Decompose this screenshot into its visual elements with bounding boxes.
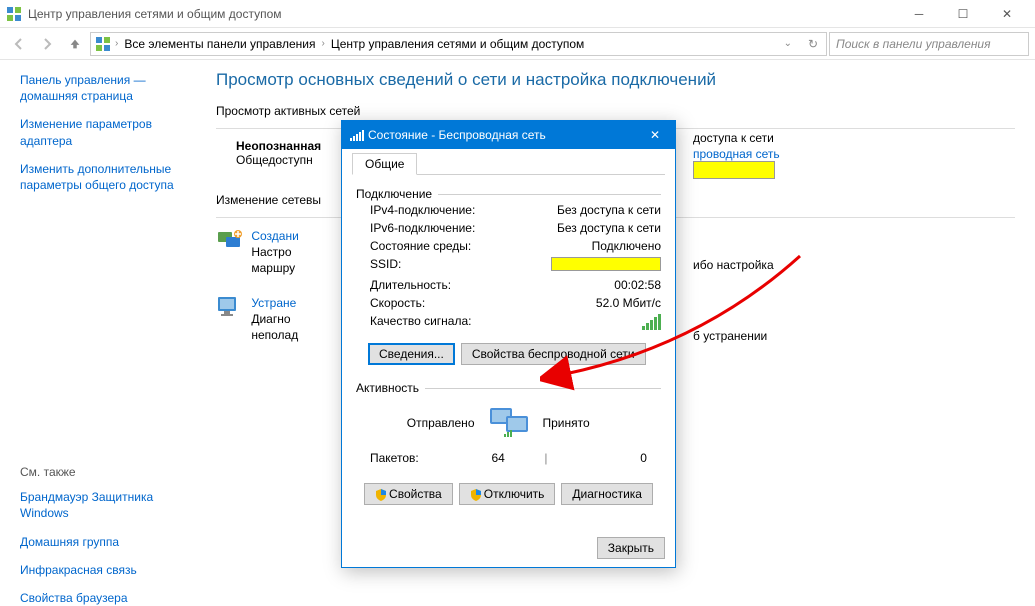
group-activity-label: Активность — [356, 381, 419, 395]
sidebar: Панель управления — домашняя страница Из… — [0, 60, 210, 584]
diagnose-button[interactable]: Диагностика — [561, 483, 653, 505]
group-connection-label: Подключение — [356, 187, 432, 201]
network-center-icon — [6, 6, 22, 22]
received-label: Принято — [543, 416, 633, 430]
signal-label: Качество сигнала: — [370, 314, 551, 333]
task-troubleshoot-desc1: Диагно — [251, 312, 290, 326]
dialog-titlebar[interactable]: Состояние - Беспроводная сеть ✕ — [342, 121, 675, 149]
task2-suffix: б устранении — [693, 329, 767, 343]
task-create-desc2: маршру — [251, 261, 295, 275]
media-label: Состояние среды: — [370, 239, 551, 253]
address-bar: › Все элементы панели управления › Центр… — [0, 28, 1035, 60]
ipv4-label: IPv4-подключение: — [370, 203, 551, 217]
task1-suffix: ибо настройка — [693, 258, 774, 272]
status-dialog: Состояние - Беспроводная сеть ✕ Общие По… — [341, 120, 676, 568]
up-button[interactable] — [62, 31, 88, 57]
sent-label: Отправлено — [385, 416, 475, 430]
ipv4-value: Без доступа к сети — [551, 203, 661, 217]
troubleshoot-icon — [216, 295, 244, 319]
breadcrumb-seg-2[interactable]: Центр управления сетями и общим доступом — [329, 37, 587, 51]
packets-sent-value: 64 — [445, 451, 505, 465]
properties-button[interactable]: Свойства — [364, 483, 453, 505]
packets-received-value: 0 — [587, 451, 647, 465]
speed-label: Скорость: — [370, 296, 551, 310]
minimize-button[interactable]: ─ — [897, 0, 941, 28]
breadcrumb-seg-1[interactable]: Все элементы панели управления — [122, 37, 317, 51]
sidebar-see-also: См. также — [20, 465, 200, 479]
highlight-mark — [693, 161, 775, 179]
access-type-fragment: доступа к сети — [693, 131, 774, 145]
dialog-title: Состояние - Беспроводная сеть — [368, 128, 546, 142]
new-connection-icon — [216, 228, 244, 252]
task-create-title[interactable]: Создани — [251, 229, 298, 243]
media-value: Подключено — [551, 239, 661, 253]
task-troubleshoot-title[interactable]: Устране — [251, 296, 296, 310]
forward-button[interactable] — [34, 31, 60, 57]
page-heading: Просмотр основных сведений о сети и наст… — [216, 70, 1015, 90]
window-title: Центр управления сетями и общим доступом — [28, 7, 897, 21]
chevron-right-icon: › — [115, 38, 118, 49]
breadcrumb-icon — [95, 36, 111, 52]
sidebar-irda-link[interactable]: Инфракрасная связь — [20, 562, 200, 578]
dialog-close-button[interactable]: ✕ — [635, 121, 675, 149]
packets-label: Пакетов: — [370, 451, 419, 465]
ssid-label: SSID: — [370, 257, 551, 274]
chevron-right-icon: › — [321, 38, 324, 49]
signal-bars-icon — [642, 314, 661, 330]
disable-button[interactable]: Отключить — [459, 483, 556, 505]
breadcrumb[interactable]: › Все элементы панели управления › Центр… — [90, 32, 827, 56]
speed-value: 52.0 Мбит/с — [551, 296, 661, 310]
tab-general[interactable]: Общие — [352, 153, 417, 175]
sidebar-home-link[interactable]: Панель управления — домашняя страница — [20, 72, 200, 104]
active-networks-label: Просмотр активных сетей — [216, 104, 1015, 118]
task-troubleshoot-desc2: неполад — [251, 328, 298, 342]
ssid-value — [551, 257, 661, 274]
sidebar-adapter-link[interactable]: Изменение параметров адаптера — [20, 116, 200, 148]
back-button[interactable] — [6, 31, 32, 57]
refresh-button[interactable]: ↻ — [800, 37, 826, 51]
ipv6-label: IPv6-подключение: — [370, 221, 551, 235]
details-button[interactable]: Сведения... — [368, 343, 455, 365]
duration-label: Длительность: — [370, 278, 551, 292]
maximize-button[interactable]: ☐ — [941, 0, 985, 28]
dialog-tabs: Общие — [352, 153, 665, 175]
task-create-desc1: Настро — [251, 245, 291, 259]
search-placeholder: Поиск в панели управления — [836, 37, 991, 51]
activity-monitors-icon — [487, 405, 531, 441]
sidebar-inetopt-link[interactable]: Свойства браузера — [20, 590, 200, 606]
close-button[interactable]: ✕ — [985, 0, 1029, 28]
window-titlebar: Центр управления сетями и общим доступом… — [0, 0, 1035, 28]
ipv6-value: Без доступа к сети — [551, 221, 661, 235]
sidebar-sharing-link[interactable]: Изменить дополнительные параметры общего… — [20, 161, 200, 193]
shield-icon — [375, 489, 387, 501]
sidebar-homegroup-link[interactable]: Домашняя группа — [20, 534, 200, 550]
wireless-link-fragment[interactable]: проводная сеть — [693, 147, 780, 161]
shield-icon — [470, 489, 482, 501]
duration-value: 00:02:58 — [551, 278, 661, 292]
close-dialog-button[interactable]: Закрыть — [597, 537, 665, 559]
unknown-network-label: Неопознанная — [236, 139, 321, 153]
public-network-label: Общедоступн — [236, 153, 321, 167]
search-input[interactable]: Поиск в панели управления — [829, 32, 1029, 56]
wireless-properties-button[interactable]: Свойства беспроводной сети — [461, 343, 646, 365]
signal-icon — [350, 129, 364, 141]
sidebar-firewall-link[interactable]: Брандмауэр Защитника Windows — [20, 489, 200, 521]
signal-value — [551, 314, 661, 333]
breadcrumb-dropdown-icon[interactable]: ⌄ — [784, 38, 796, 49]
